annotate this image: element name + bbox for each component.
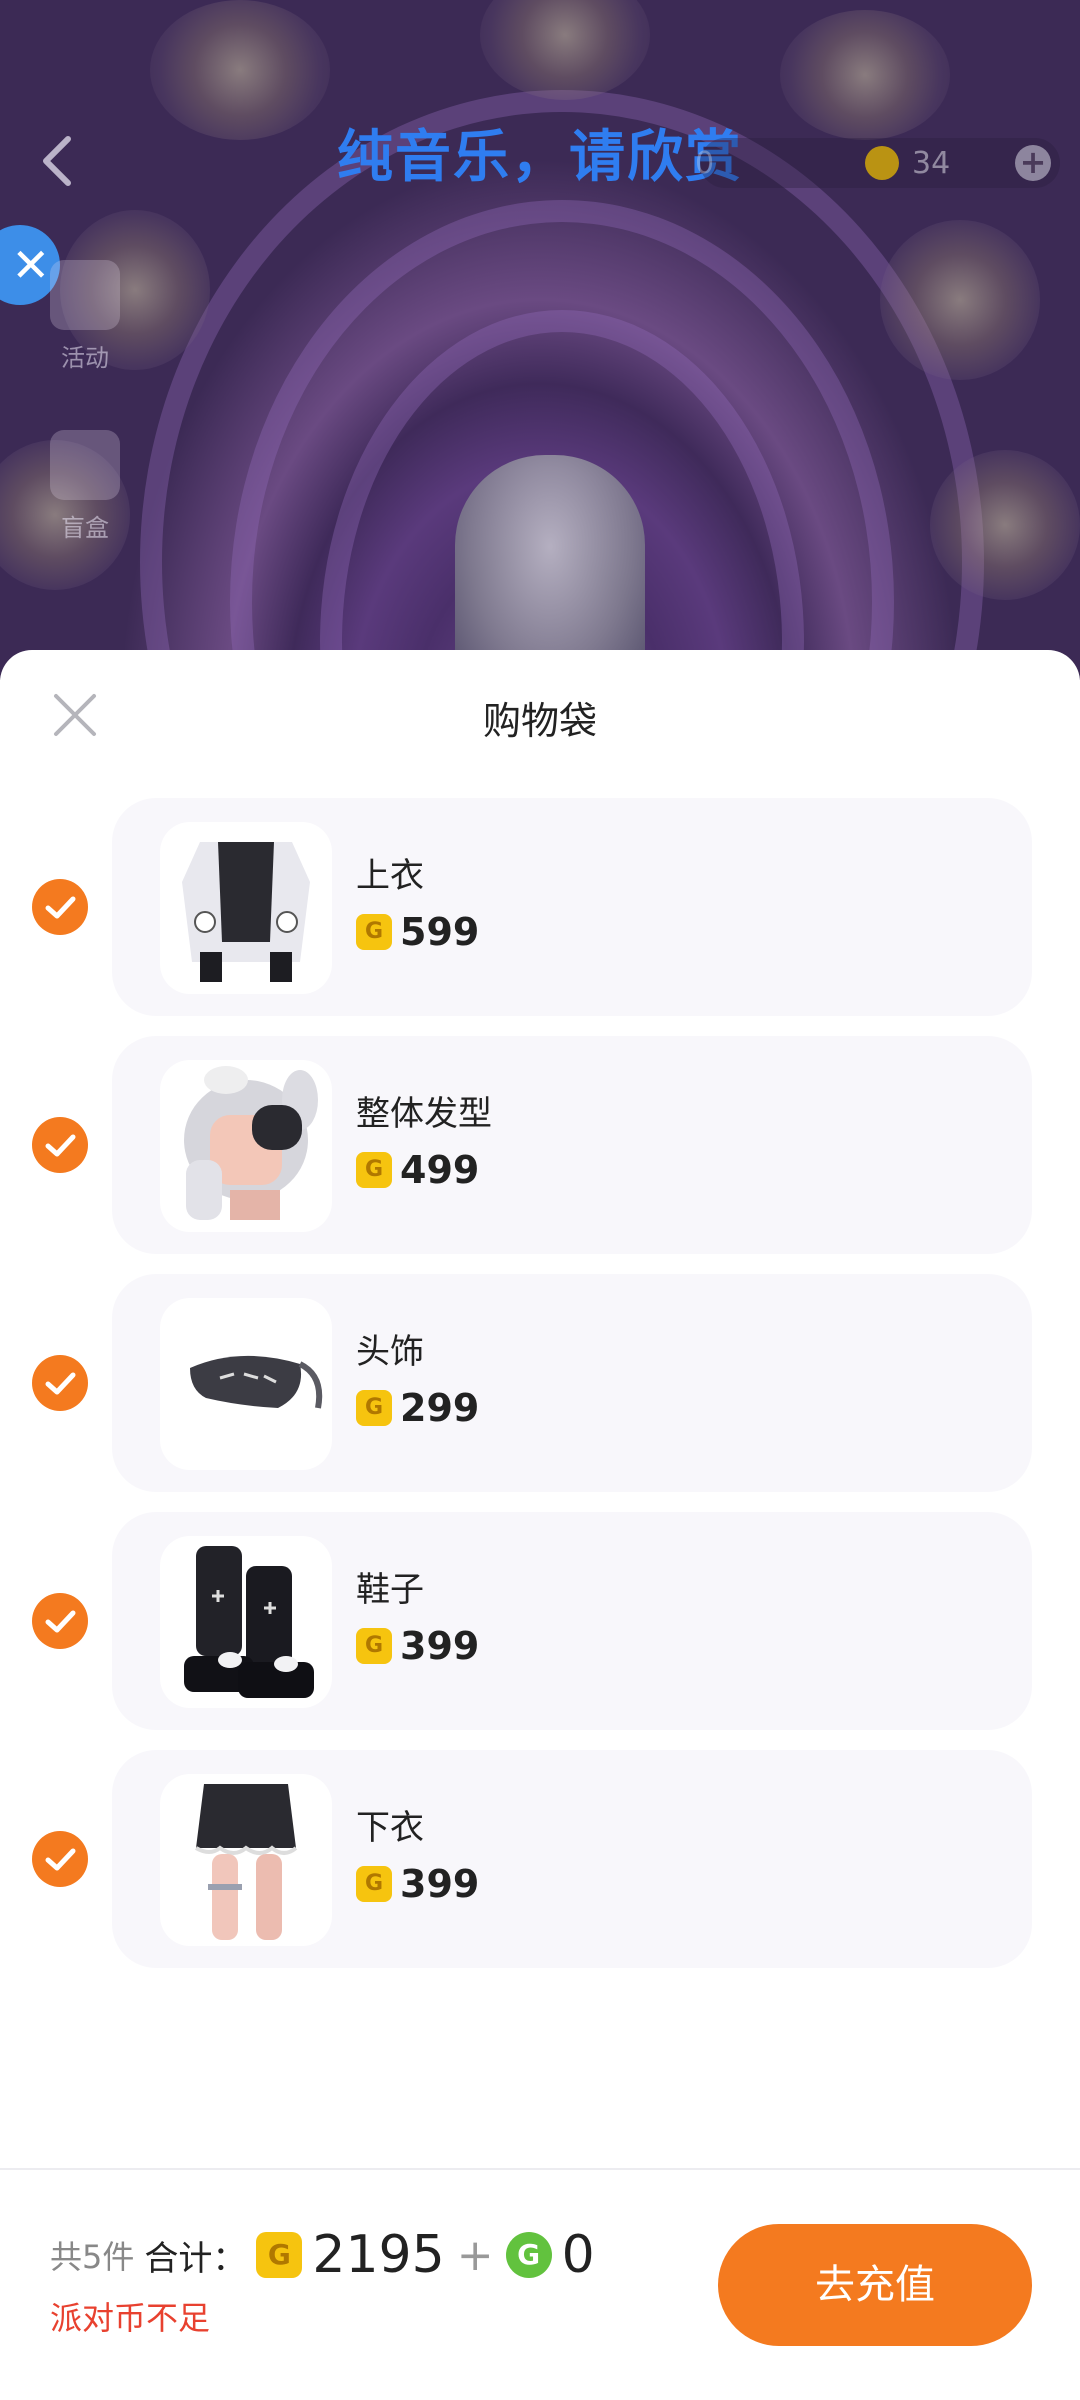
item-name: 鞋子 bbox=[356, 1570, 424, 1610]
price-row: 299 bbox=[356, 1386, 479, 1430]
gold-coin-icon bbox=[356, 1152, 392, 1188]
sheet-title: 购物袋 bbox=[482, 699, 597, 743]
speaker-decoration bbox=[880, 220, 1040, 380]
insufficient-funds-warning: 派对币不足 bbox=[50, 2299, 211, 2337]
plus-sign: + bbox=[456, 2229, 494, 2281]
shopping-bag-sheet: 购物袋 上衣 599 bbox=[0, 650, 1080, 2400]
item-price: 399 bbox=[400, 1862, 480, 1906]
item-price: 399 bbox=[400, 1624, 480, 1668]
side-menu-activity[interactable]: 活动 bbox=[35, 260, 135, 373]
green-total: 0 bbox=[561, 2225, 595, 2285]
avatar-character bbox=[455, 455, 645, 680]
gold-coin-icon bbox=[865, 146, 899, 180]
checkbox-checked-icon[interactable] bbox=[32, 1355, 88, 1411]
order-summary: 共5件 合计： 2195 + 0 bbox=[50, 2225, 595, 2285]
item-price: 499 bbox=[400, 1148, 480, 1192]
list-item[interactable]: 整体发型 499 bbox=[32, 1036, 1032, 1254]
item-price: 299 bbox=[400, 1386, 480, 1430]
gold-coin-icon bbox=[256, 2232, 303, 2278]
gold-total: 2195 bbox=[312, 2225, 445, 2285]
bottoms-icon bbox=[160, 1774, 332, 1946]
add-currency-button[interactable]: + bbox=[1015, 145, 1051, 181]
top-clothing-icon bbox=[160, 822, 332, 994]
item-name: 下衣 bbox=[356, 1808, 424, 1848]
side-menu-label: 活动 bbox=[61, 344, 109, 372]
bottom-divider bbox=[0, 2168, 1080, 2170]
background-scene bbox=[0, 0, 1080, 680]
item-count: 共5件 bbox=[50, 2238, 135, 2276]
list-item[interactable]: 头饰 299 bbox=[32, 1274, 1032, 1492]
list-item[interactable]: 下衣 399 bbox=[32, 1750, 1032, 1968]
total-label: 合计： bbox=[144, 2238, 247, 2279]
shoes-icon bbox=[160, 1536, 332, 1708]
hairstyle-icon bbox=[160, 1060, 332, 1232]
price-row: 599 bbox=[356, 910, 479, 954]
list-item[interactable]: 上衣 599 bbox=[32, 798, 1032, 1016]
item-name: 头饰 bbox=[356, 1332, 424, 1372]
currency-count: 34 bbox=[912, 146, 951, 181]
price-row: 499 bbox=[356, 1148, 479, 1192]
gold-coin-icon bbox=[356, 1390, 392, 1426]
item-name: 上衣 bbox=[356, 856, 424, 896]
item-name: 整体发型 bbox=[356, 1094, 492, 1134]
recharge-button[interactable]: 去充值 bbox=[718, 2224, 1032, 2346]
price-row: 399 bbox=[356, 1624, 479, 1668]
gold-coin-icon bbox=[356, 914, 392, 950]
price-row: 399 bbox=[356, 1862, 479, 1906]
checkbox-checked-icon[interactable] bbox=[32, 1593, 88, 1649]
balloon-icon bbox=[50, 260, 120, 330]
item-price: 599 bbox=[400, 910, 480, 954]
party-coin-icon bbox=[505, 2232, 552, 2278]
faded-currency-count: 0 bbox=[695, 146, 715, 181]
gold-coin-icon bbox=[356, 1866, 392, 1902]
speaker-decoration bbox=[480, 0, 650, 100]
gift-box-icon bbox=[50, 430, 120, 500]
currency-bar: 0 34 + bbox=[695, 138, 1060, 188]
checkbox-checked-icon[interactable] bbox=[32, 1117, 88, 1173]
checkbox-checked-icon[interactable] bbox=[32, 1831, 88, 1887]
speaker-decoration bbox=[930, 450, 1080, 600]
side-menu-label: 盲盒 bbox=[61, 514, 109, 542]
gold-coin-icon bbox=[356, 1628, 392, 1664]
checkbox-checked-icon[interactable] bbox=[32, 879, 88, 935]
list-item[interactable]: 鞋子 399 bbox=[32, 1512, 1032, 1730]
side-menu-blindbox[interactable]: 盲盒 bbox=[35, 430, 135, 543]
headwear-icon bbox=[160, 1298, 332, 1470]
